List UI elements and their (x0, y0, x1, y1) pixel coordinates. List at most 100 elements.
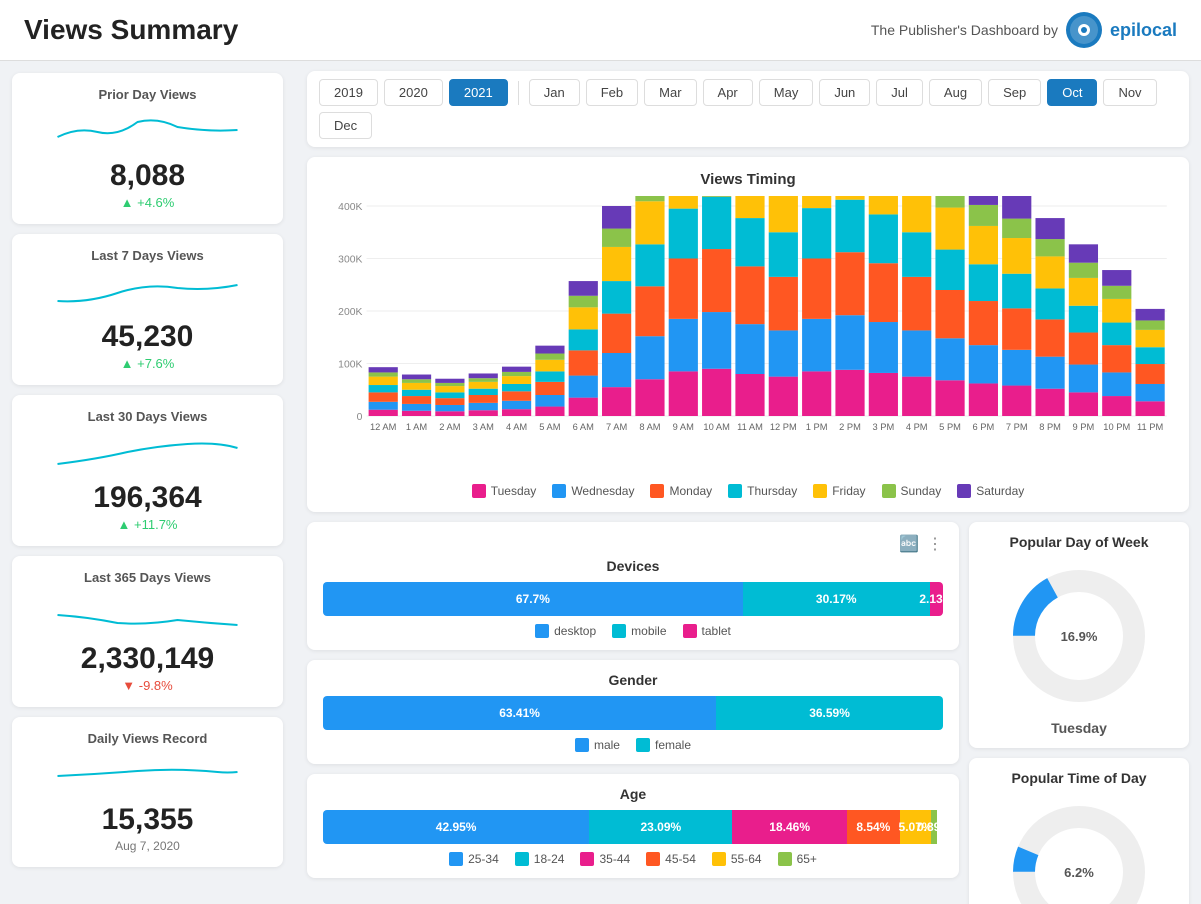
stat-card-2: Last 30 Days Views 196,364 ▲ +11.7% (12, 395, 283, 546)
svg-text:1 AM: 1 AM (406, 422, 427, 432)
bar-segment: 23.09% (589, 810, 732, 844)
svg-text:2 PM: 2 PM (839, 422, 861, 432)
legend-item: 18-24 (515, 852, 565, 866)
devices-toolbar: 🔤 ⋮ (323, 534, 943, 554)
nav-month-Apr[interactable]: Apr (703, 79, 753, 106)
sort-icon[interactable]: 🔤 (899, 534, 919, 554)
stat-value: 8,088 (28, 159, 267, 193)
stat-label: Last 365 Days Views (28, 570, 267, 585)
sparkline (28, 112, 267, 152)
svg-text:5 AM: 5 AM (539, 422, 560, 432)
nav-month-Jul[interactable]: Jul (876, 79, 923, 106)
legend-item: Friday (813, 484, 865, 498)
devices-title: Devices (323, 558, 943, 574)
svg-text:12 PM: 12 PM (770, 422, 797, 432)
svg-text:16.9%: 16.9% (1061, 629, 1098, 644)
svg-text:400K: 400K (338, 202, 362, 213)
svg-text:11 AM: 11 AM (737, 422, 763, 432)
stat-change: ▲ +4.6% (28, 195, 267, 210)
popular-day-card: Popular Day of Week 16.9% Tuesday (969, 522, 1189, 748)
nav-month-Mar[interactable]: Mar (644, 79, 696, 106)
svg-text:300K: 300K (338, 255, 362, 266)
nav-month-Dec[interactable]: Dec (319, 112, 372, 139)
bottom-left: 🔤 ⋮ Devices 67.7%30.17%2.13% desktopmobi… (307, 522, 959, 904)
svg-text:5 PM: 5 PM (939, 422, 961, 432)
sparkline (28, 756, 267, 796)
nav-bar: 201920202021 JanFebMar AprMayJunJulAugSepO… (307, 71, 1189, 147)
svg-text:8 PM: 8 PM (1039, 422, 1061, 432)
gender-card: Gender 63.41%36.59% malefemale (307, 660, 959, 764)
nav-month-Oct[interactable]: Oct (1047, 79, 1097, 106)
svg-text:6 PM: 6 PM (973, 422, 995, 432)
gender-title: Gender (323, 672, 943, 688)
age-bar: 42.95%23.09%18.46%8.54%5.07%0.89% (323, 810, 943, 844)
header: Views Summary The Publisher's Dashboard … (0, 0, 1201, 61)
stat-label: Last 30 Days Views (28, 409, 267, 424)
svg-text:2 AM: 2 AM (439, 422, 460, 432)
legend-item: Sunday (882, 484, 942, 498)
svg-text:8 AM: 8 AM (639, 422, 660, 432)
devices-bar: 67.7%30.17%2.13% (323, 582, 943, 616)
svg-text:7 AM: 7 AM (606, 422, 627, 432)
legend-item: Monday (650, 484, 712, 498)
brand-area: The Publisher's Dashboard by epilocal (871, 12, 1177, 48)
nav-month-Jan[interactable]: Jan (529, 79, 580, 106)
nav-month-May[interactable]: May (759, 79, 814, 106)
bar-chart-area: 0100K200K300K400K12 AM1 AM2 AM3 AM4 AM5 … (323, 196, 1173, 476)
bar-segment: 18.46% (732, 810, 846, 844)
legend-item: Wednesday (552, 484, 634, 498)
stat-card-0: Prior Day Views 8,088 ▲ +4.6% (12, 73, 283, 224)
nav-month-Nov[interactable]: Nov (1103, 79, 1156, 106)
popular-time-title: Popular Time of Day (985, 770, 1173, 786)
legend-item: female (636, 738, 691, 752)
stat-value: 15,355 (28, 803, 267, 837)
stat-change: ▲ +11.7% (28, 517, 267, 532)
stat-label: Daily Views Record (28, 731, 267, 746)
nav-month-Feb[interactable]: Feb (586, 79, 638, 106)
svg-text:1 PM: 1 PM (806, 422, 828, 432)
legend-item: mobile (612, 624, 666, 638)
content-area: 201920202021 JanFebMar AprMayJunJulAugSepO… (295, 61, 1201, 904)
more-icon[interactable]: ⋮ (927, 534, 943, 554)
svg-text:9 AM: 9 AM (673, 422, 694, 432)
stat-change: ▲ +7.6% (28, 356, 267, 371)
svg-text:12 AM: 12 AM (370, 422, 396, 432)
stat-value: 2,330,149 (28, 642, 267, 676)
stat-value: 45,230 (28, 320, 267, 354)
stat-value: 196,364 (28, 481, 267, 515)
svg-text:10 AM: 10 AM (703, 422, 729, 432)
nav-year-2019[interactable]: 2019 (319, 79, 378, 106)
stat-date: Aug 7, 2020 (28, 839, 267, 853)
gender-bar: 63.41%36.59% (323, 696, 943, 730)
bar-segment: 63.41% (323, 696, 716, 730)
popular-time-card: Popular Time of Day 6.2% 10h (969, 758, 1189, 904)
bar-segment: 67.7% (323, 582, 743, 616)
svg-text:4 PM: 4 PM (906, 422, 928, 432)
nav-month-Aug[interactable]: Aug (929, 79, 982, 106)
legend-item: 45-54 (646, 852, 696, 866)
devices-card: 🔤 ⋮ Devices 67.7%30.17%2.13% desktopmobi… (307, 522, 959, 650)
svg-text:0: 0 (357, 412, 363, 423)
stat-label: Last 7 Days Views (28, 248, 267, 263)
legend-item: 35-44 (580, 852, 630, 866)
legend-item: 65+ (778, 852, 817, 866)
page-title: Views Summary (24, 14, 238, 46)
nav-year-2020[interactable]: 2020 (384, 79, 443, 106)
nav-month-Jun[interactable]: Jun (819, 79, 870, 106)
svg-text:10 PM: 10 PM (1103, 422, 1130, 432)
nav-month-Sep[interactable]: Sep (988, 79, 1041, 106)
bar-segment: 8.54% (847, 810, 900, 844)
svg-text:3 PM: 3 PM (872, 422, 894, 432)
nav-year-2021[interactable]: 2021 (449, 79, 508, 106)
sparkline (28, 273, 267, 313)
legend-item: tablet (683, 624, 731, 638)
gender-legend: malefemale (323, 738, 943, 752)
brand-logo (1066, 12, 1102, 48)
bar-segment: 42.95% (323, 810, 589, 844)
svg-text:100K: 100K (338, 360, 362, 371)
bottom-right: Popular Day of Week 16.9% Tuesday Popula… (969, 522, 1189, 904)
popular-time-donut: 6.2% (999, 792, 1159, 904)
main-layout: Prior Day Views 8,088 ▲ +4.6% Last 7 Day… (0, 61, 1201, 904)
svg-text:7 PM: 7 PM (1006, 422, 1028, 432)
stat-card-4: Daily Views Record 15,355 Aug 7, 2020 (12, 717, 283, 867)
